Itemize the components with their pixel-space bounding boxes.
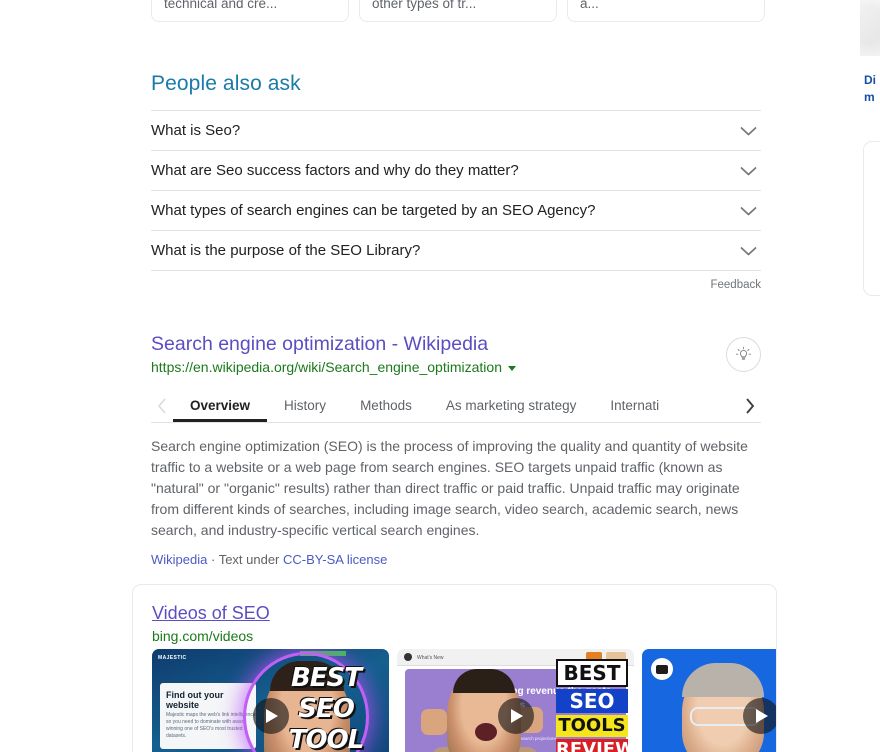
attribution-separator: · [207,552,219,567]
play-icon[interactable] [497,697,534,734]
main-results-column: People also ask What is Seo? What are Se… [151,0,761,568]
thumb-overlay-line-1: BEST [290,663,362,693]
result-section-tabs: Overview History Methods As marketing st… [151,389,761,423]
people-also-ask-list: What is Seo? What are Seo success factor… [151,110,761,292]
video-thumbnail[interactable]: MAJESTIC Find out your website Majestic … [152,649,389,752]
paa-question-row[interactable]: What is Seo? [151,111,761,151]
chevron-down-icon[interactable] [740,166,757,176]
thumb-overlay-line-1: BEST [556,659,628,687]
thumb-panel-body: Majestic maps the web's link intelligenc… [166,712,256,739]
paa-question-row[interactable]: What are Seo success factors and why do … [151,151,761,191]
tab-as-marketing-strategy[interactable]: As marketing strategy [429,389,594,422]
play-icon[interactable] [742,697,776,734]
paa-question-text: What is Seo? [151,121,241,139]
video-thumbnail[interactable]: What's New ur marketing revenue the gest… [397,649,634,752]
attribution-license-link[interactable]: CC-BY-SA license [283,552,387,567]
tabs-scroller: Overview History Methods As marketing st… [173,389,739,422]
thumb-person-hair [682,663,764,697]
organic-result-wikipedia: Search engine optimization - Wikipedia h… [151,332,761,568]
result-attribution: Wikipedia · Text under CC-BY-SA license [151,551,761,568]
thumb-channel-badge-icon [651,658,673,680]
paa-question-row[interactable]: What types of search engines can be targ… [151,191,761,231]
people-also-ask-heading: People also ask [151,72,301,95]
thumb-brand-label: MAJESTIC [158,655,187,661]
search-results-page: technical and cre... other types of tr..… [0,0,880,752]
paa-feedback-link[interactable]: Feedback [151,271,761,292]
chevron-left-icon[interactable] [151,389,173,422]
right-rail-heading-line-1: Di [864,73,876,87]
videos-card: Videos of SEO bing.com/videos MAJESTIC F… [132,584,777,752]
right-rail-illustration [860,0,880,56]
chevron-down-icon[interactable] [740,246,757,256]
thumb-person-fist-left [421,709,447,735]
thumb-panel: Find out your website Majestic maps the … [160,683,256,749]
result-title-link[interactable]: Search engine optimization - Wikipedia [151,332,488,356]
video-thumbnails-row: MAJESTIC Find out your website Majestic … [152,649,776,752]
thumb-overlay-line-2: SEO [556,689,628,713]
thumb-overlay-line-3: TOOLS [556,715,628,737]
paa-question-text: What is the purpose of the SEO Library? [151,241,421,259]
thumb-person-mouth [475,723,497,741]
result-url: https://en.wikipedia.org/wiki/Search_eng… [151,359,502,375]
thumb-panel-heading: Find out your website [166,690,224,710]
tab-history[interactable]: History [267,389,343,422]
lightbulb-icon[interactable] [726,337,761,372]
attribution-text: Text under [218,552,284,567]
tab-overview[interactable]: Overview [173,389,268,422]
thumb-overlay-text: BEST SEO TOOLS REVIEW [556,659,634,752]
video-thumbnail[interactable]: WO SEO BE [642,649,776,752]
result-snippet: Search engine optimization (SEO) is the … [151,438,748,538]
chevron-down-icon[interactable] [507,366,516,371]
right-rail-card[interactable] [863,141,880,296]
thumb-browser-label: What's New [417,655,444,661]
paa-question-text: What are Seo success factors and why do … [151,161,519,179]
right-rail-heading-line-2: m [864,90,875,104]
tab-international[interactable]: Internati [593,389,676,422]
thumb-browser-dot [404,653,412,661]
videos-title-link[interactable]: Videos of SEO [152,602,270,625]
chevron-down-icon[interactable] [740,126,757,136]
right-rail-heading: Di m [864,72,880,106]
result-url-row: https://en.wikipedia.org/wiki/Search_eng… [151,358,761,376]
videos-url: bing.com/videos [152,628,254,644]
play-icon[interactable] [252,697,289,734]
chevron-right-icon[interactable] [739,389,761,422]
thumb-overlay-line-4: REVIEW [556,739,634,752]
paa-question-text: What types of search engines can be targ… [151,201,596,219]
attribution-source-link[interactable]: Wikipedia [151,552,207,567]
chevron-down-icon[interactable] [740,206,757,216]
paa-question-row[interactable]: What is the purpose of the SEO Library? [151,231,761,271]
tab-methods[interactable]: Methods [343,389,429,422]
